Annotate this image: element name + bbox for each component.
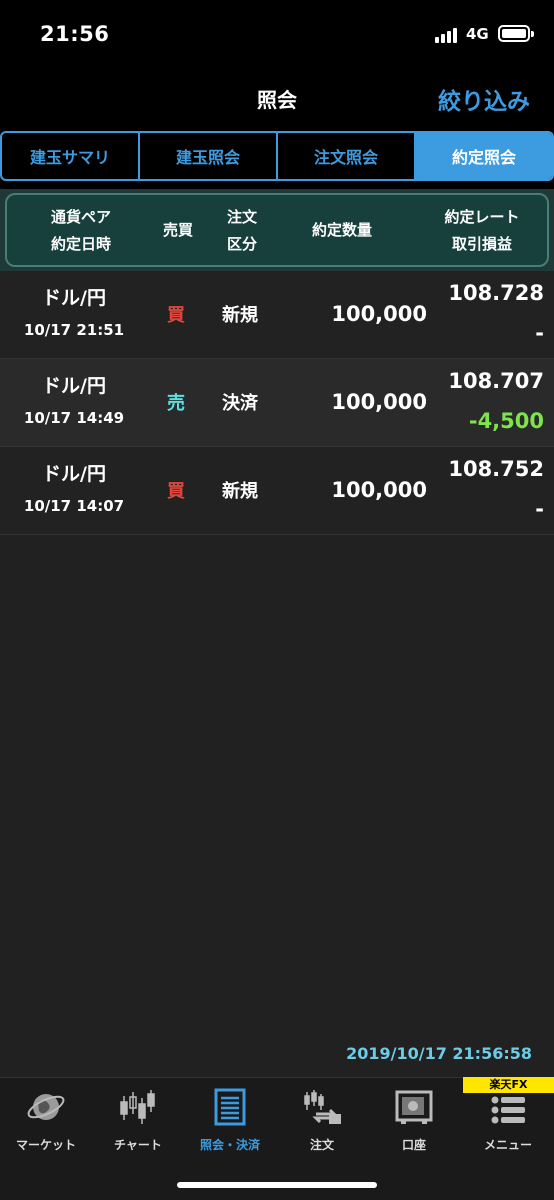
filter-button[interactable]: 絞り込み <box>438 82 530 116</box>
bottom-tab-label: メニュー <box>483 1138 532 1152</box>
row-pl: -4,500 <box>468 409 544 433</box>
bottom-tab-inquiry-settlement[interactable]: 照会・決済 <box>184 1086 276 1166</box>
table-row[interactable]: ドル/円 10/17 21:51 買 新規 100,000 108.728 - <box>0 271 554 359</box>
home-indicator[interactable] <box>177 1182 377 1188</box>
row-pair: ドル/円 <box>42 287 106 309</box>
row-rate: 108.707 <box>448 369 544 393</box>
header-order-type: 注文 <box>226 208 257 226</box>
row-datetime: 10/17 21:51 <box>23 321 125 339</box>
row-order-type: 決済 <box>222 393 258 414</box>
row-rate: 108.728 <box>448 281 544 305</box>
row-pl: - <box>535 497 544 521</box>
tab-order-inquiry[interactable]: 注文照会 <box>278 133 416 179</box>
network-type: 4G <box>466 25 489 43</box>
order-exchange-icon <box>304 1090 341 1124</box>
document-list-icon <box>214 1088 246 1126</box>
header-pl: 取引損益 <box>451 235 512 253</box>
bottom-tab-label: マーケット <box>15 1138 76 1152</box>
bottom-tab-label: 口座 <box>401 1138 426 1152</box>
tab-position-summary[interactable]: 建玉サマリ <box>2 133 140 179</box>
globe-icon <box>27 1094 65 1120</box>
battery-icon <box>498 25 534 42</box>
execution-list: 通貨ペア 約定日時 売買 注文 区分 約定数量 約定レート 取引損益 ドル/円 … <box>0 189 554 1077</box>
bottom-tab-label: チャート <box>114 1138 162 1152</box>
menu-list-icon <box>491 1096 525 1124</box>
table-header: 通貨ペア 約定日時 売買 注文 区分 約定数量 約定レート 取引損益 <box>0 189 554 271</box>
status-time: 21:56 <box>40 22 110 46</box>
bottom-tab-label: 照会・決済 <box>199 1138 260 1152</box>
row-side: 買 <box>167 481 185 502</box>
row-quantity: 100,000 <box>331 478 427 502</box>
header-pair: 通貨ペア <box>50 208 111 226</box>
update-timestamp: 2019/10/17 21:56:58 <box>346 1044 532 1063</box>
safe-icon <box>395 1090 433 1124</box>
row-order-type: 新規 <box>222 481 258 502</box>
row-pair: ドル/円 <box>42 375 106 397</box>
row-quantity: 100,000 <box>331 390 427 414</box>
candlestick-icon <box>120 1090 155 1124</box>
header-side: 売買 <box>162 221 193 239</box>
row-pair: ドル/円 <box>42 463 106 485</box>
bottom-tab-order[interactable]: 注文 <box>276 1086 368 1166</box>
table-header-box: 通貨ペア 約定日時 売買 注文 区分 約定数量 約定レート 取引損益 <box>5 193 549 267</box>
row-order-type: 新規 <box>222 305 258 326</box>
bottom-tab-account[interactable]: 口座 <box>368 1086 460 1166</box>
row-side: 買 <box>167 305 185 326</box>
row-pl: - <box>535 321 544 345</box>
brand-badge: 楽天FX <box>463 1077 554 1093</box>
bottom-tab-chart[interactable]: チャート <box>92 1086 184 1166</box>
row-quantity: 100,000 <box>331 302 427 326</box>
row-datetime: 10/17 14:07 <box>23 497 125 515</box>
segment-tabs: 建玉サマリ 建玉照会 注文照会 約定照会 <box>0 131 554 181</box>
bottom-tab-market[interactable]: マーケット <box>0 1086 92 1166</box>
bottom-tab-label: 注文 <box>309 1138 334 1152</box>
header-rate: 約定レート <box>444 208 520 226</box>
row-rate: 108.752 <box>448 457 544 481</box>
table-row[interactable]: ドル/円 10/17 14:49 売 決済 100,000 108.707 -4… <box>0 359 554 447</box>
header-quantity: 約定数量 <box>311 221 372 239</box>
bottom-tab-menu[interactable]: メニュー <box>462 1086 554 1166</box>
header-datetime: 約定日時 <box>50 235 111 253</box>
status-bar: 21:56 4G <box>0 0 554 70</box>
table-row[interactable]: ドル/円 10/17 14:07 買 新規 100,000 108.752 - <box>0 447 554 535</box>
row-datetime: 10/17 14:49 <box>23 409 125 427</box>
tab-execution-inquiry[interactable]: 約定照会 <box>416 133 552 179</box>
row-side: 売 <box>167 393 185 414</box>
header-order-type-line2: 区分 <box>226 235 257 253</box>
signal-strength-icon <box>435 27 460 43</box>
tab-position-inquiry[interactable]: 建玉照会 <box>140 133 278 179</box>
